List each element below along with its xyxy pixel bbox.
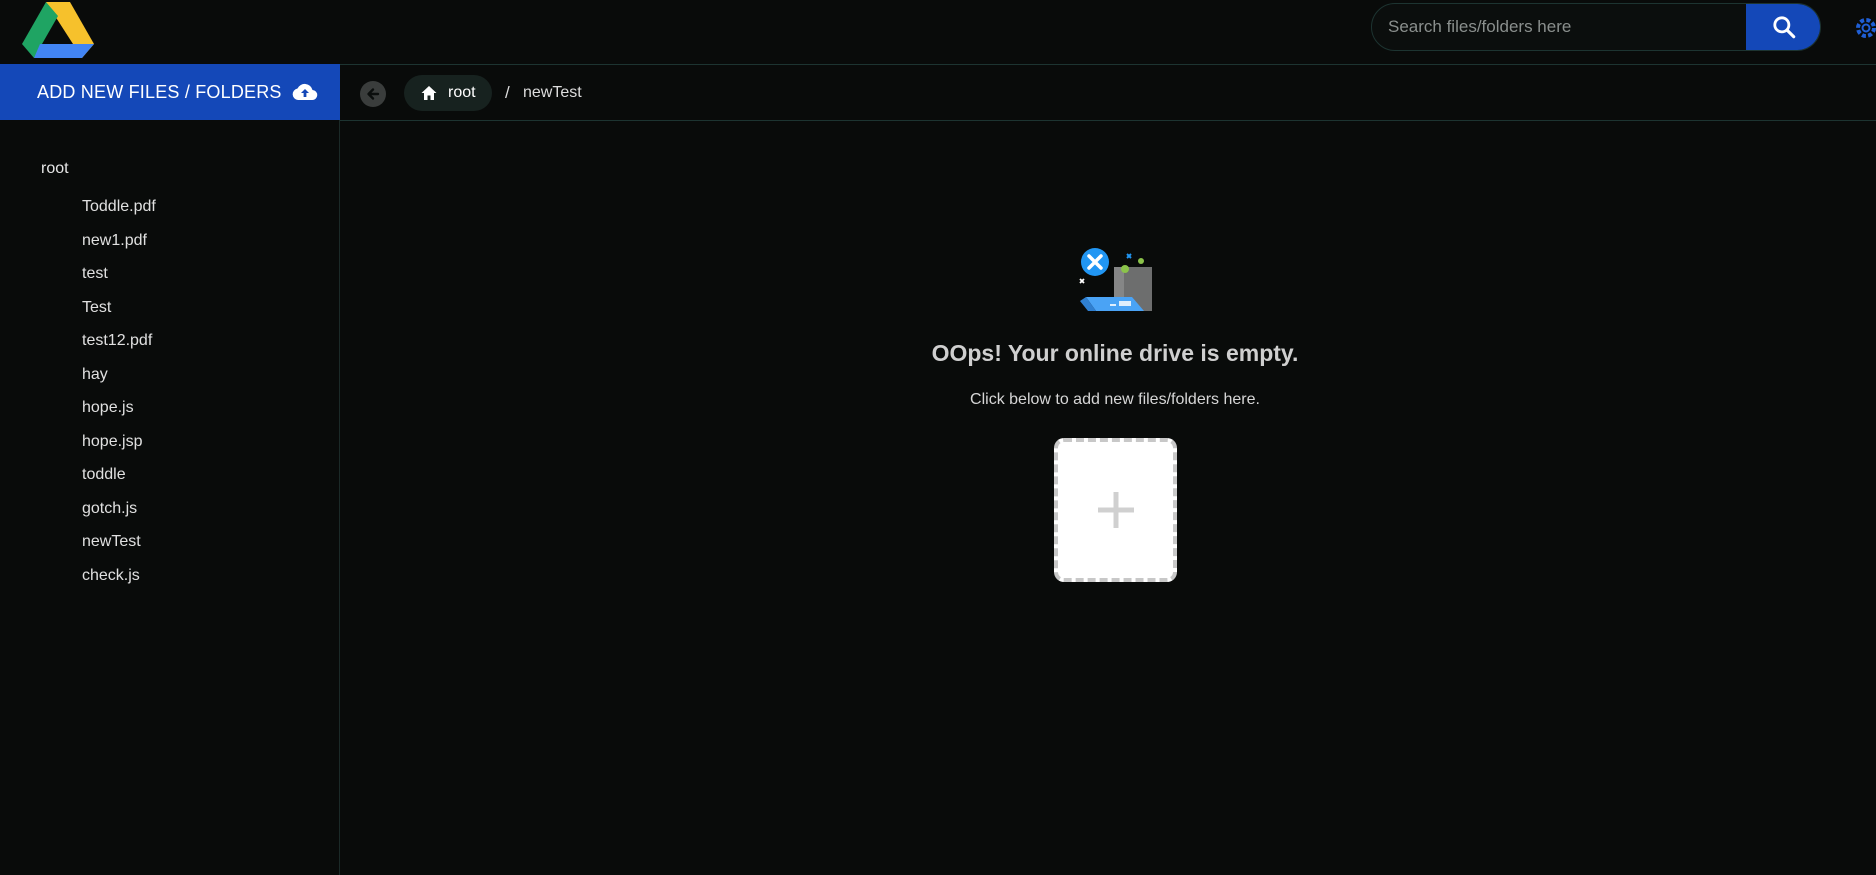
breadcrumb-current: newTest (523, 84, 582, 101)
cloud-upload-icon (292, 83, 317, 101)
search-bar (1371, 3, 1821, 51)
back-button[interactable] (360, 81, 386, 107)
top-bar (0, 0, 1876, 64)
settings-gear-icon[interactable] (1852, 14, 1876, 42)
back-arrow-icon (367, 88, 380, 100)
search-icon (1773, 16, 1796, 39)
search-input[interactable] (1372, 4, 1746, 50)
tree-item[interactable]: hope.jsp (82, 433, 143, 451)
empty-drive-illustration-icon (1079, 248, 1152, 311)
tree-item[interactable]: check.js (82, 567, 140, 585)
breadcrumb-root[interactable]: root (404, 75, 492, 111)
tree-item[interactable]: hope.js (82, 399, 134, 417)
tree-item[interactable]: new1.pdf (82, 232, 147, 250)
tree-item[interactable]: test12.pdf (82, 332, 152, 350)
drive-logo-icon[interactable] (22, 0, 94, 60)
tree-item[interactable]: hay (82, 366, 108, 384)
breadcrumb: root / newTest (340, 64, 1876, 121)
tree-item[interactable]: Test (82, 299, 111, 317)
add-new-files-button[interactable]: ADD NEW FILES / FOLDERS (0, 64, 340, 120)
tree-item[interactable]: test (82, 265, 108, 283)
empty-state-subtitle: Click below to add new files/folders her… (970, 391, 1260, 408)
tree-root[interactable]: root (41, 160, 69, 178)
home-icon (421, 86, 437, 100)
plus-icon (1097, 492, 1134, 528)
breadcrumb-separator: / (505, 83, 510, 102)
tree-item[interactable]: newTest (82, 533, 141, 551)
file-tree-sidebar: root Toddle.pdf new1.pdf test Test test1… (0, 120, 340, 875)
add-files-tile[interactable] (1054, 438, 1177, 582)
add-new-files-label: ADD NEW FILES / FOLDERS (37, 81, 282, 102)
tree-item[interactable]: toddle (82, 466, 126, 484)
empty-state-title: OOps! Your online drive is empty. (931, 340, 1299, 366)
search-button[interactable] (1746, 4, 1820, 50)
breadcrumb-root-label: root (448, 84, 476, 101)
tree-item[interactable]: Toddle.pdf (82, 198, 156, 216)
tree-item[interactable]: gotch.js (82, 500, 137, 518)
